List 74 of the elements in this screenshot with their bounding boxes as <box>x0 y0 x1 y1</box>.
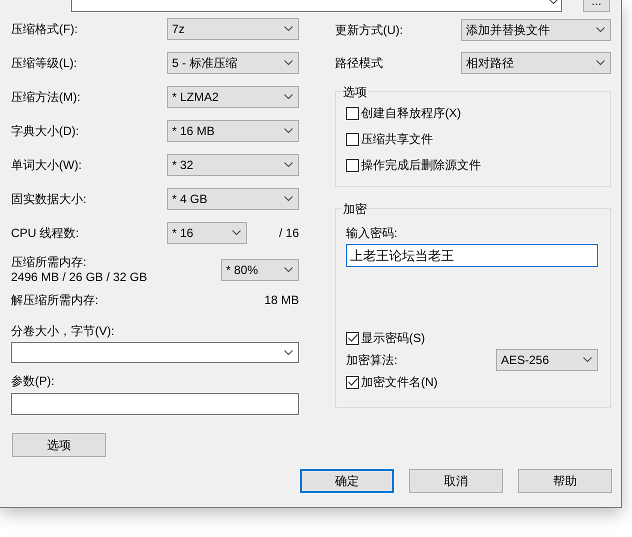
dropdown-value: 7z <box>172 21 185 38</box>
parameters-field[interactable] <box>11 393 299 415</box>
field-label: CPU 线程数: <box>11 225 80 242</box>
caret-icon <box>549 0 558 5</box>
field-label: 输入密码: <box>346 225 398 240</box>
field-label: 更新方式(U): <box>335 22 403 38</box>
dropdown[interactable]: * 16 <box>167 222 247 244</box>
dropdown[interactable]: AES-256 <box>496 349 598 371</box>
caret-icon <box>284 94 293 100</box>
dropdown[interactable]: 添加并替换文件 <box>461 18 611 40</box>
caret-icon <box>284 267 293 273</box>
dropdown[interactable]: * LZMA2 <box>167 86 299 108</box>
caret-icon <box>596 60 605 66</box>
checkbox[interactable] <box>346 132 359 146</box>
field-label: 路径模式 <box>335 54 383 72</box>
dropdown-value: AES-256 <box>501 352 550 369</box>
field-label: 压缩方法(M): <box>11 89 80 106</box>
field-label: 单词大小(W): <box>11 157 82 174</box>
field-label: 加密算法: <box>346 352 398 369</box>
checkbox-label: 加密文件名(N) <box>361 374 438 391</box>
dropdown-value: 添加并替换文件 <box>466 22 550 38</box>
dropdown-value: * 4 GB <box>172 191 208 208</box>
dropdown[interactable]: 7z <box>167 18 299 40</box>
volume-size-combobox[interactable] <box>11 342 299 363</box>
dropdown[interactable]: * 4 GB <box>167 188 299 210</box>
field-label: 字典大小(D): <box>11 123 79 140</box>
password-field[interactable]: 上老王论坛当老王 <box>346 244 598 267</box>
caret-icon <box>284 60 293 66</box>
checkbox-label: 操作完成后删除源文件 <box>361 157 481 174</box>
dropdown-value: * 32 <box>172 157 194 174</box>
field-label: 固实数据大小: <box>11 191 86 208</box>
caret-icon <box>284 128 293 134</box>
caret-icon <box>596 26 605 32</box>
options-button[interactable]: 选项 <box>12 433 106 457</box>
dialog-button[interactable]: 帮助 <box>518 469 612 493</box>
memory-usage: 2496 MB / 26 GB / 32 GB <box>11 270 148 285</box>
dropdown[interactable]: 5 - 标准压缩 <box>167 52 299 74</box>
memory-value: 18 MB <box>264 292 299 309</box>
dropdown-value: 相对路径 <box>466 54 514 72</box>
check-icon <box>348 378 358 386</box>
dropdown[interactable]: * 80% <box>221 259 299 281</box>
dropdown[interactable]: 相对路径 <box>461 52 611 74</box>
dropdown-value: * 16 MB <box>172 123 215 140</box>
checkbox[interactable] <box>346 376 359 388</box>
field-label: 压缩等级(L): <box>11 55 77 72</box>
caret-icon <box>284 26 293 32</box>
dropdown-value: * LZMA2 <box>172 89 219 106</box>
checkbox-label: 显示密码(S) <box>361 330 425 347</box>
dropdown-value: * 80% <box>226 262 258 279</box>
group-title: 选项 <box>342 83 368 101</box>
checkbox-label: 创建自释放程序(X) <box>361 105 461 122</box>
dropdown[interactable]: * 16 MB <box>167 120 299 142</box>
caret-icon <box>583 357 592 363</box>
caret-icon <box>284 162 293 168</box>
dropdown-value: * 16 <box>172 225 194 242</box>
dialog-button[interactable]: 取消 <box>409 469 503 493</box>
field-label: 压缩所需内存: <box>11 255 88 270</box>
field-label: 参数(P): <box>11 373 56 388</box>
dropdown[interactable]: * 32 <box>167 154 299 176</box>
caret-icon <box>284 350 293 356</box>
checkbox-label: 压缩共享文件 <box>361 131 433 148</box>
field-label: 解压缩所需内存: <box>11 292 98 309</box>
dropdown-value: 5 - 标准压缩 <box>172 55 238 72</box>
field-label: 压缩格式(F): <box>11 21 78 38</box>
caret-icon <box>232 230 241 236</box>
dialog-button[interactable]: 确定 <box>300 469 394 493</box>
checkbox[interactable] <box>346 158 359 172</box>
browse-button[interactable]: ... <box>583 0 610 12</box>
checkbox[interactable] <box>346 332 359 344</box>
caret-icon <box>284 196 293 202</box>
checkbox[interactable] <box>346 106 359 120</box>
field-label: 分卷大小，字节(V): <box>11 323 116 338</box>
check-icon <box>348 334 358 342</box>
thread-count: / 16 <box>278 225 299 242</box>
